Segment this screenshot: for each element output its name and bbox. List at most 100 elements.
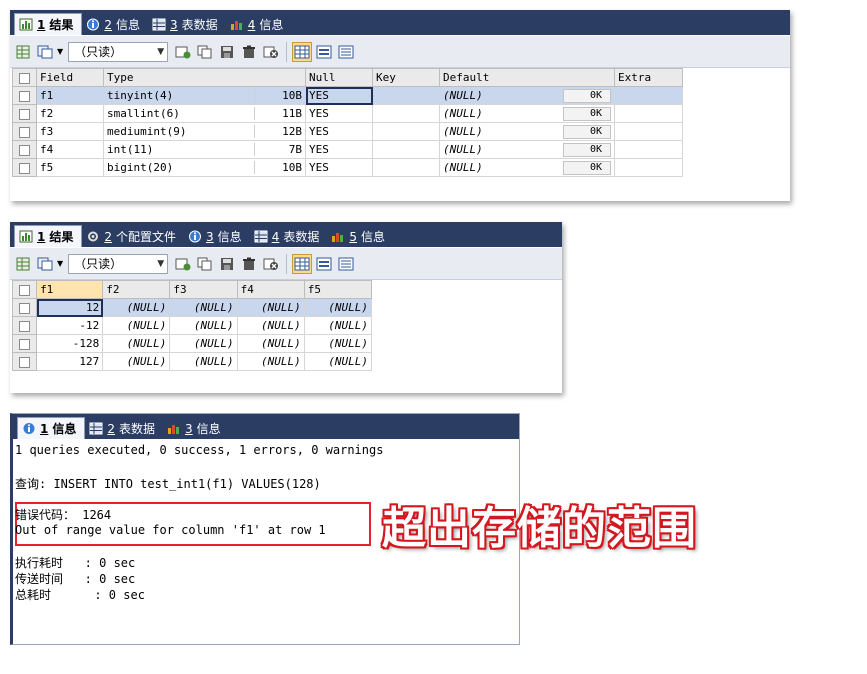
column-header[interactable]: Key (372, 68, 440, 87)
checkbox[interactable] (19, 284, 31, 296)
null-cell[interactable]: YES (305, 104, 373, 123)
checkbox[interactable] (19, 356, 31, 368)
checkbox[interactable] (19, 162, 30, 174)
extra-cell[interactable] (614, 104, 683, 123)
data-cell[interactable]: (NULL) (303, 352, 373, 371)
checkbox[interactable] (19, 302, 31, 314)
extra-cell[interactable] (614, 158, 683, 177)
table-row[interactable]: f2 smallint(6) 11B YES (NULL) 0K (12, 104, 683, 123)
extra-cell[interactable] (614, 140, 683, 159)
field-cell[interactable]: f2 (36, 104, 104, 123)
data-cell[interactable]: (NULL) (102, 298, 171, 317)
cancel-changes-button[interactable] (261, 42, 281, 62)
checkbox[interactable] (19, 108, 30, 120)
row-selector[interactable] (11, 316, 38, 335)
table-row[interactable]: 127 (NULL) (NULL) (NULL) (NULL) (11, 352, 373, 371)
tab-profile[interactable]: 2 个配置文件 (82, 226, 184, 247)
column-header[interactable]: f5 (303, 280, 373, 299)
tab-info[interactable]: 2 信息 (82, 14, 148, 35)
add-row-button[interactable] (173, 254, 193, 274)
tab-info-2[interactable]: 5 信息 (327, 226, 393, 247)
key-cell[interactable] (372, 122, 440, 141)
data-cell[interactable]: (NULL) (169, 298, 238, 317)
default-cell[interactable]: (NULL) 0K (439, 158, 615, 177)
checkbox[interactable] (19, 90, 30, 102)
dropdown-arrow-icon[interactable]: ▼ (57, 259, 63, 268)
tab-info-2[interactable]: 4 信息 (226, 14, 292, 35)
default-cell[interactable]: (NULL) 0K (439, 122, 615, 141)
extra-cell[interactable] (614, 122, 683, 141)
data-cell[interactable]: (NULL) (236, 334, 305, 353)
data-cell[interactable]: (NULL) (102, 352, 171, 371)
data-cell[interactable]: (NULL) (303, 334, 373, 353)
tab-info[interactable]: 3 信息 (184, 226, 250, 247)
data-cell[interactable]: (NULL) (102, 316, 171, 335)
delete-button[interactable] (239, 254, 259, 274)
row-selector[interactable] (12, 86, 37, 105)
field-cell[interactable]: f4 (36, 140, 104, 159)
table-row[interactable]: 12 (NULL) (NULL) (NULL) (NULL) (11, 298, 373, 317)
default-cell[interactable]: (NULL) 0K (439, 86, 615, 105)
readonly-select[interactable]: （只读） ▼ (68, 253, 169, 274)
field-cell[interactable]: f1 (36, 86, 104, 105)
null-cell[interactable]: YES (305, 122, 373, 141)
data-cell[interactable]: (NULL) (169, 316, 238, 335)
tab-table-data[interactable]: 3 表数据 (148, 14, 226, 35)
tab-result[interactable]: 1 结果 (14, 225, 83, 247)
data-cell[interactable]: -128 (36, 334, 104, 353)
readonly-select[interactable]: （只读） ▼ (68, 41, 169, 62)
copy-menu-button[interactable] (35, 42, 55, 62)
column-header[interactable]: f3 (169, 280, 238, 299)
table-row[interactable]: f3 mediumint(9) 12B YES (NULL) 0K (12, 122, 683, 141)
row-selector[interactable] (12, 158, 37, 177)
data-cell[interactable]: (NULL) (303, 316, 373, 335)
table-row[interactable]: -128 (NULL) (NULL) (NULL) (NULL) (11, 334, 373, 353)
checkbox[interactable] (19, 320, 31, 332)
null-cell[interactable]: YES (305, 140, 373, 159)
field-cell[interactable]: f5 (36, 158, 104, 177)
table-row[interactable]: f1 tinyint(4) 10B YES (NULL) 0K (12, 86, 683, 105)
dropdown-arrow-icon[interactable]: ▼ (57, 47, 63, 56)
column-header[interactable]: Field (36, 68, 104, 87)
tab-info-2[interactable]: 3 信息 (163, 418, 229, 439)
export-button[interactable] (13, 254, 33, 274)
tab-table-data[interactable]: 4 表数据 (250, 226, 328, 247)
data-cell[interactable]: (NULL) (169, 352, 238, 371)
type-cell[interactable]: tinyint(4) 10B (103, 86, 306, 105)
row-selector[interactable] (12, 140, 37, 159)
column-header[interactable]: Type (103, 68, 306, 87)
data-cell[interactable]: (NULL) (236, 352, 305, 371)
default-cell[interactable]: (NULL) 0K (439, 104, 615, 123)
select-all-checkbox[interactable] (12, 68, 37, 87)
add-row-button[interactable] (173, 42, 193, 62)
column-header[interactable]: f2 (102, 280, 171, 299)
duplicate-row-button[interactable] (195, 42, 215, 62)
key-cell[interactable] (372, 140, 440, 159)
table-row[interactable]: f5 bigint(20) 10B YES (NULL) 0K (12, 158, 683, 177)
tab-info[interactable]: 1 信息 (17, 417, 86, 439)
copy-menu-button[interactable] (35, 254, 55, 274)
checkbox[interactable] (19, 72, 30, 84)
row-selector[interactable] (11, 334, 38, 353)
form-view-button[interactable] (314, 254, 334, 274)
row-selector[interactable] (11, 298, 38, 317)
key-cell[interactable] (372, 158, 440, 177)
table-row[interactable]: -12 (NULL) (NULL) (NULL) (NULL) (11, 316, 373, 335)
grid-view-button[interactable] (292, 253, 313, 274)
row-selector[interactable] (12, 104, 37, 123)
field-cell[interactable]: f3 (36, 122, 104, 141)
table-row[interactable]: f4 int(11) 7B YES (NULL) 0K (12, 140, 683, 159)
text-view-button[interactable] (336, 254, 356, 274)
column-header[interactable]: Null (305, 68, 373, 87)
data-cell[interactable]: (NULL) (236, 298, 305, 317)
delete-button[interactable] (239, 42, 259, 62)
type-cell[interactable]: int(11) 7B (103, 140, 306, 159)
tab-table-data[interactable]: 2 表数据 (85, 418, 163, 439)
data-cell[interactable]: 12 (36, 298, 104, 317)
data-cell[interactable]: -12 (36, 316, 104, 335)
data-cell[interactable]: 127 (36, 352, 104, 371)
type-cell[interactable]: mediumint(9) 12B (103, 122, 306, 141)
data-cell[interactable]: (NULL) (236, 316, 305, 335)
save-button[interactable] (217, 42, 237, 62)
row-selector[interactable] (11, 352, 38, 371)
